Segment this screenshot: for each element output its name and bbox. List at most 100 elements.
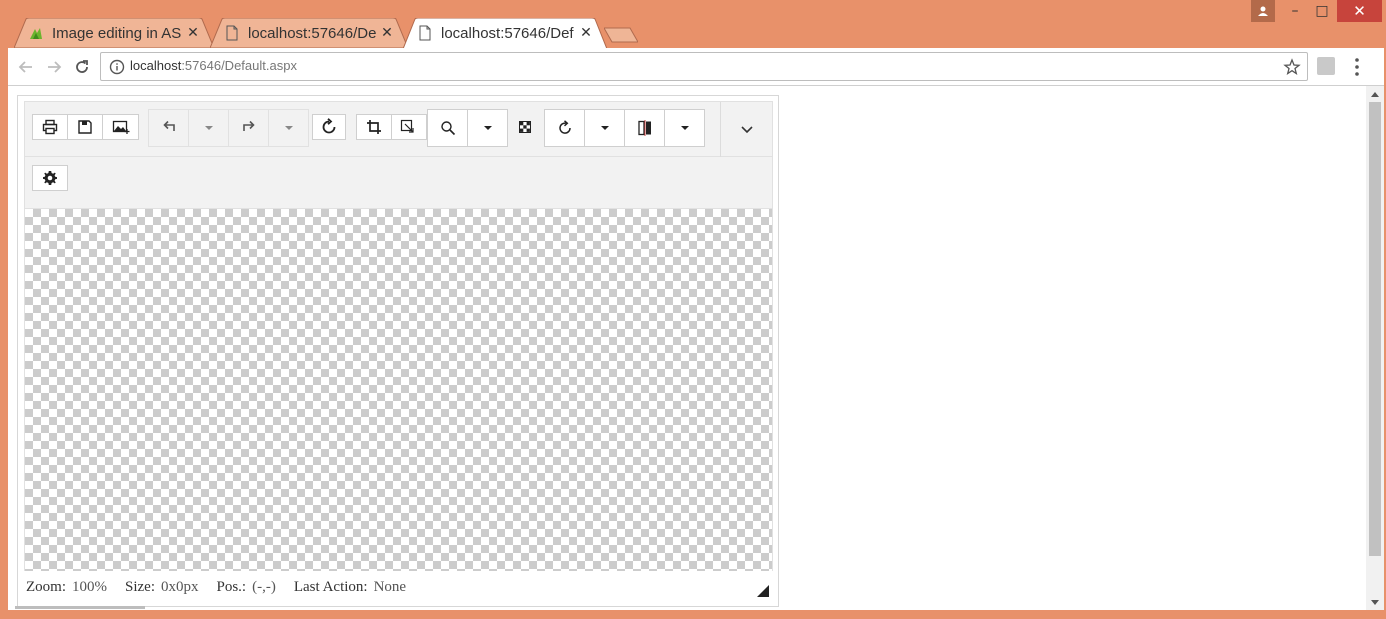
page-icon xyxy=(226,25,238,41)
new-tab-button[interactable] xyxy=(604,27,638,43)
undo-arrow-icon xyxy=(162,120,175,131)
redo-arrow-icon xyxy=(242,120,255,131)
save-button[interactable] xyxy=(67,114,103,140)
toolbar-separator xyxy=(720,102,721,157)
floppy-disk-icon xyxy=(78,120,92,134)
reload-button[interactable] xyxy=(72,57,92,77)
image-editor: Zoom: 100% Size: 0x0px Pos.: (-,-) Last … xyxy=(17,95,779,607)
size-label: Size: xyxy=(125,578,155,595)
tab-close-icon[interactable]: ✕ xyxy=(579,25,593,41)
chevron-down-icon xyxy=(741,126,753,134)
image-canvas[interactable] xyxy=(24,209,773,571)
settings-button[interactable] xyxy=(32,165,68,191)
leaf-logo-icon xyxy=(30,28,42,39)
transform-group xyxy=(356,114,427,140)
caret-down-icon xyxy=(680,126,689,130)
redo-dropdown-button[interactable] xyxy=(268,109,309,147)
page-icon xyxy=(419,25,431,41)
caret-down-icon xyxy=(1371,599,1379,605)
printer-icon xyxy=(42,119,58,135)
horizontal-scroll-indicator xyxy=(15,606,145,609)
address-path: :57646/Default.aspx xyxy=(181,58,297,73)
minimize-button[interactable]: – xyxy=(1280,0,1310,22)
rotate-icon xyxy=(558,120,571,134)
size-value: 0x0px xyxy=(161,578,199,595)
position-value: (-,-) xyxy=(252,578,276,595)
zoom-value: 100% xyxy=(72,578,107,595)
tab-close-icon[interactable]: ✕ xyxy=(380,25,394,41)
transparency-button[interactable] xyxy=(508,114,542,140)
bookmark-star-icon[interactable] xyxy=(1283,58,1301,76)
user-icon xyxy=(1258,6,1268,16)
back-button[interactable] xyxy=(16,57,36,77)
resize-button[interactable] xyxy=(391,114,427,140)
menu-dots-icon[interactable] xyxy=(1351,56,1363,78)
last-action-value: None xyxy=(373,578,407,595)
tab-localhost-1[interactable]: localhost:57646/Def ✕ xyxy=(210,18,408,48)
rotate-button[interactable] xyxy=(544,109,585,147)
crop-button[interactable] xyxy=(356,114,392,140)
zoom-group xyxy=(427,109,508,147)
browser-window: Image editing in AS ✕ localhost:57646/De… xyxy=(0,0,1386,619)
position-label: Pos.: xyxy=(216,578,247,595)
rotate-dropdown-button[interactable] xyxy=(584,109,625,147)
arrow-right-icon xyxy=(48,61,62,73)
address-host: localhost xyxy=(130,58,182,73)
editor-status-bar: Zoom: 100% Size: 0x0px Pos.: (-,-) Last … xyxy=(24,571,773,603)
redo-button[interactable] xyxy=(228,109,269,147)
zoom-label: Zoom: xyxy=(26,578,66,595)
address-bar[interactable]: localhost:57646/Default.aspx xyxy=(100,52,1308,81)
window-close-button[interactable]: ✕ xyxy=(1337,0,1382,22)
scroll-down-button[interactable] xyxy=(1366,596,1384,608)
tab-strip: Image editing in AS ✕ localhost:57646/De… xyxy=(0,0,1386,49)
address-text: localhost:57646/Default.aspx xyxy=(130,58,297,73)
profile-button[interactable] xyxy=(1251,0,1275,22)
zoom-button[interactable] xyxy=(427,109,468,147)
crop-icon xyxy=(367,120,381,134)
tab-content: localhost:57646/Def ✕ xyxy=(417,24,593,42)
reset-button[interactable] xyxy=(312,114,346,140)
maximize-button[interactable]: □ xyxy=(1307,0,1337,22)
reload-icon xyxy=(76,60,88,73)
reset-circle-icon xyxy=(322,118,336,134)
flip-button[interactable] xyxy=(624,109,665,147)
print-button[interactable] xyxy=(32,114,68,140)
tab-label: localhost:57646/Def xyxy=(441,24,574,42)
history-group xyxy=(148,109,309,147)
vertical-scrollbar[interactable] xyxy=(1366,86,1384,610)
navigation-bar: localhost:57646/Default.aspx xyxy=(8,48,1384,86)
resize-icon xyxy=(400,119,414,133)
caret-up-icon xyxy=(1371,91,1379,97)
info-icon[interactable] xyxy=(109,59,125,75)
image-add-icon xyxy=(112,120,129,134)
tab-localhost-active[interactable]: localhost:57646/Def ✕ xyxy=(403,18,607,49)
reset-group xyxy=(312,114,346,140)
checker-group xyxy=(508,114,542,140)
checkerboard-icon xyxy=(519,121,531,133)
page-content: Zoom: 100% Size: 0x0px Pos.: (-,-) Last … xyxy=(8,86,1384,610)
scrollbar-thumb[interactable] xyxy=(1369,102,1381,556)
magnifier-icon xyxy=(440,121,455,136)
tab-image-editing[interactable]: Image editing in AS ✕ xyxy=(14,18,214,48)
forward-button[interactable] xyxy=(44,57,64,77)
tab-content: Image editing in AS ✕ xyxy=(28,24,200,42)
undo-button[interactable] xyxy=(148,109,189,147)
settings-group xyxy=(32,165,68,191)
arrow-left-icon xyxy=(18,61,32,73)
editor-toolbar xyxy=(24,101,773,157)
caret-down-icon xyxy=(600,126,609,130)
tab-close-icon[interactable]: ✕ xyxy=(186,25,200,41)
pdf-extension-icon[interactable] xyxy=(1317,57,1335,75)
zoom-dropdown-button[interactable] xyxy=(467,109,508,147)
undo-dropdown-button[interactable] xyxy=(188,109,229,147)
insert-image-button[interactable] xyxy=(102,114,139,140)
scroll-up-button[interactable] xyxy=(1366,88,1384,100)
caret-down-icon xyxy=(284,126,293,130)
flip-icon xyxy=(637,120,651,136)
resize-grip-icon[interactable] xyxy=(757,585,769,597)
last-action-label: Last Action: xyxy=(293,578,368,595)
tab-content: localhost:57646/Def ✕ xyxy=(224,24,394,42)
flip-dropdown-button[interactable] xyxy=(664,109,705,147)
editor-toolbar-row-2 xyxy=(24,157,773,209)
collapse-toolbar-button[interactable] xyxy=(735,118,759,142)
